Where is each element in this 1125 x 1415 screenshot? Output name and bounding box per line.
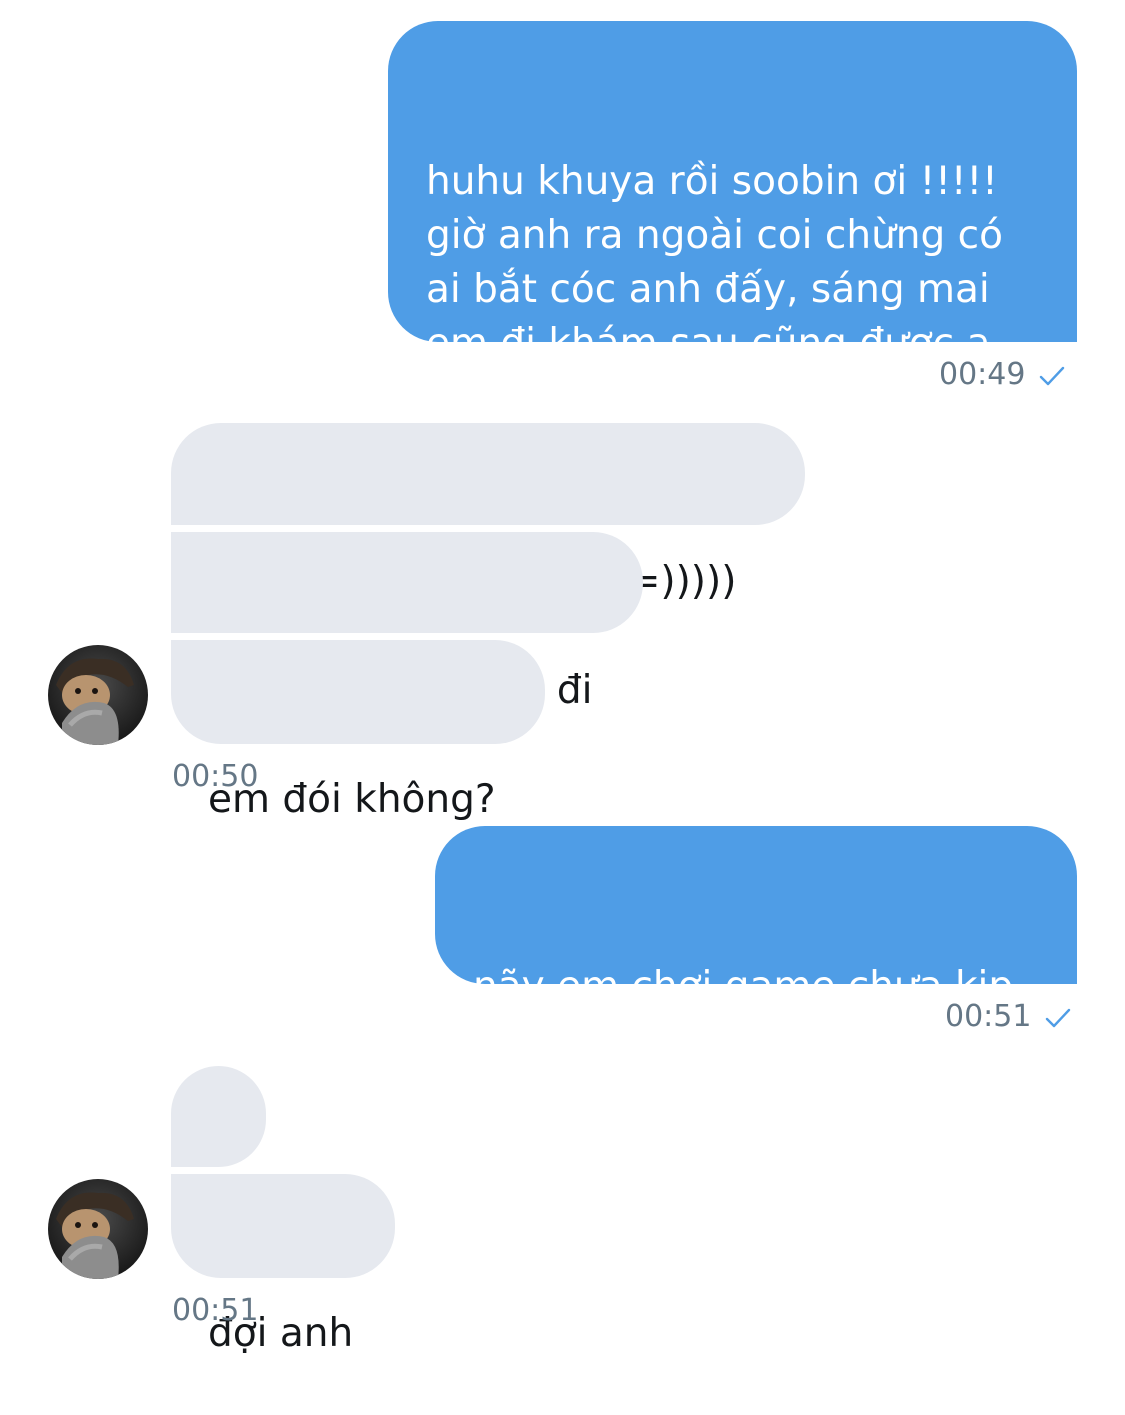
timestamp-text: 00:50 xyxy=(172,759,259,794)
avatar-photo xyxy=(48,645,148,745)
incoming-message[interactable]: có em bị bắt cóc đấy =))))) xyxy=(171,423,805,604)
incoming-message[interactable]: ngồi yên chờ anh đi xyxy=(171,532,643,713)
incoming-message[interactable]: đợi anh xyxy=(171,1174,395,1356)
message-timestamp: 00:51 xyxy=(172,1294,258,1328)
timestamp-text: 00:49 xyxy=(939,357,1026,392)
timestamp-text: 00:51 xyxy=(172,1293,259,1328)
user-avatar[interactable] xyxy=(48,645,148,745)
incoming-message[interactable]: ? xyxy=(171,1066,266,1247)
message-timestamp: 00:50 xyxy=(172,760,258,794)
outgoing-message[interactable]: nãy em chơi game chưa kịp ăn tối.. xyxy=(435,826,1077,1063)
timestamp-text: 00:51 xyxy=(945,999,1032,1034)
checkmark-icon xyxy=(1046,1008,1071,1027)
user-avatar[interactable] xyxy=(48,1179,148,1279)
message-timestamp: 00:49 xyxy=(939,358,1065,392)
avatar-photo xyxy=(48,1179,148,1279)
incoming-message[interactable]: em đói không? xyxy=(171,640,545,822)
message-timestamp: 00:51 xyxy=(945,1000,1071,1034)
checkmark-icon xyxy=(1040,366,1065,385)
outgoing-message[interactable]: huhu khuya rồi soobin ơi !!!!! giờ anh r… xyxy=(388,21,1077,420)
